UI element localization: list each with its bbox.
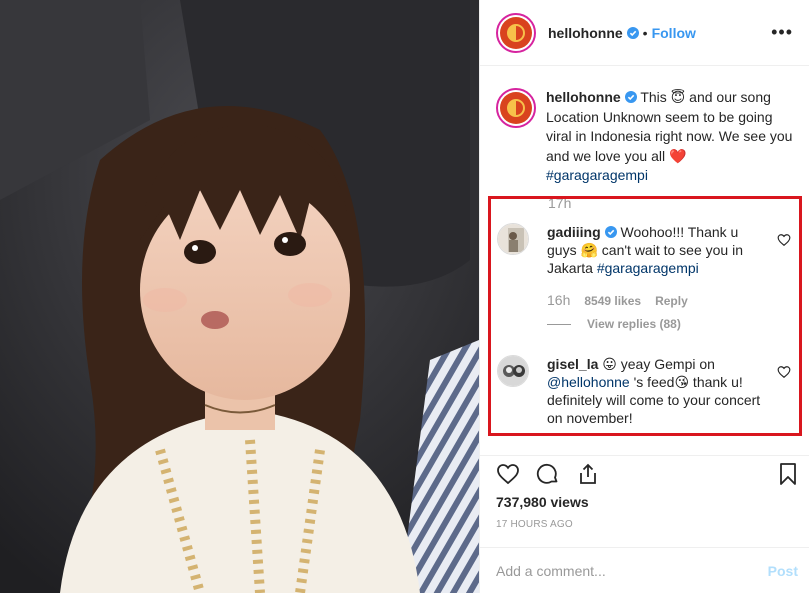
angel-emoji: 😇	[670, 89, 686, 105]
post-caption: hellohonne This 😇 and our song Location …	[480, 66, 809, 186]
commenter-avatar-image	[498, 224, 528, 254]
comment-username[interactable]: gadiiing	[547, 224, 601, 240]
post-side-panel: hellohonne • Follow ••• hellohonne This …	[479, 0, 809, 593]
hug-emoji: 🤗	[580, 242, 598, 258]
caption-time: 17h	[548, 196, 572, 211]
tongue-emoji: 😛	[602, 356, 617, 372]
post-header: hellohonne • Follow •••	[480, 0, 809, 66]
commenter-avatar[interactable]	[497, 355, 529, 387]
comment-likes[interactable]: 8549 likes	[584, 294, 641, 308]
highlighted-comments-box: 17h gadiiing Woohoo!!! Thank u guys 🤗 ca…	[488, 196, 802, 436]
avatar-logo	[500, 16, 532, 49]
header-username[interactable]: hellohonne	[548, 25, 623, 41]
follow-button[interactable]: Follow	[652, 25, 696, 41]
action-bar	[480, 455, 809, 495]
comment-text: gisel_la 😛 yeay Gempi on @hellohonne 's …	[547, 355, 769, 427]
add-comment-bar: Post	[480, 547, 809, 593]
share-icon[interactable]	[576, 462, 600, 486]
avatar-logo	[500, 92, 532, 124]
caption-text-before: This	[640, 89, 671, 105]
profile-avatar[interactable]	[496, 12, 536, 53]
view-replies-label: View replies (88)	[587, 317, 681, 331]
comment-text: gadiiing Woohoo!!! Thank u guys 🤗 can't …	[547, 223, 769, 277]
verified-badge-icon	[626, 26, 639, 39]
more-options-icon[interactable]: •••	[771, 22, 793, 43]
caption-avatar[interactable]	[496, 88, 536, 128]
small-heart-icon[interactable]	[777, 233, 791, 247]
post-age: 17 HOURS AGO	[496, 519, 573, 530]
comment-icon[interactable]	[536, 462, 560, 486]
kiss-emoji: 😘	[674, 374, 690, 390]
caption-username[interactable]: hellohonne	[546, 89, 621, 105]
separator-dot: •	[642, 24, 648, 41]
comment-hashtag[interactable]: #garagaragempi	[597, 260, 699, 276]
reply-button[interactable]: Reply	[655, 294, 688, 308]
comment-mention[interactable]: @hellohonne	[547, 374, 630, 390]
view-replies[interactable]: View replies (88)	[547, 317, 681, 331]
post-media[interactable]	[0, 0, 479, 593]
comment-item: gadiiing Woohoo!!! Thank u guys 🤗 can't …	[497, 223, 795, 277]
post-media-illustration	[0, 0, 479, 593]
comment-meta: 16h 8549 likes Reply	[547, 292, 688, 308]
comment-time: 16h	[547, 292, 571, 308]
bookmark-icon[interactable]	[776, 462, 800, 486]
small-heart-icon[interactable]	[777, 365, 791, 379]
heart-icon[interactable]	[496, 462, 520, 486]
heart-emoji: ❤️	[668, 147, 687, 164]
comment-text-2: 's feed	[629, 374, 675, 390]
post-comment-button[interactable]: Post	[768, 563, 798, 579]
commenter-avatar[interactable]	[497, 223, 529, 255]
comment-input[interactable]	[496, 562, 746, 579]
view-count[interactable]: 737,980 views	[496, 494, 589, 510]
caption-text: hellohonne This 😇 and our song Location …	[546, 88, 793, 186]
caption-hashtag[interactable]: #garagaragempi	[546, 167, 648, 183]
verified-badge-icon	[624, 91, 637, 103]
comment-username[interactable]: gisel_la	[547, 356, 598, 372]
verified-badge-icon	[604, 226, 617, 238]
comment-text-1: yeay Gempi on	[616, 356, 715, 372]
comment-item: gisel_la 😛 yeay Gempi on @hellohonne 's …	[497, 355, 795, 427]
replies-line	[547, 323, 571, 325]
commenter-avatar-image	[498, 356, 528, 386]
